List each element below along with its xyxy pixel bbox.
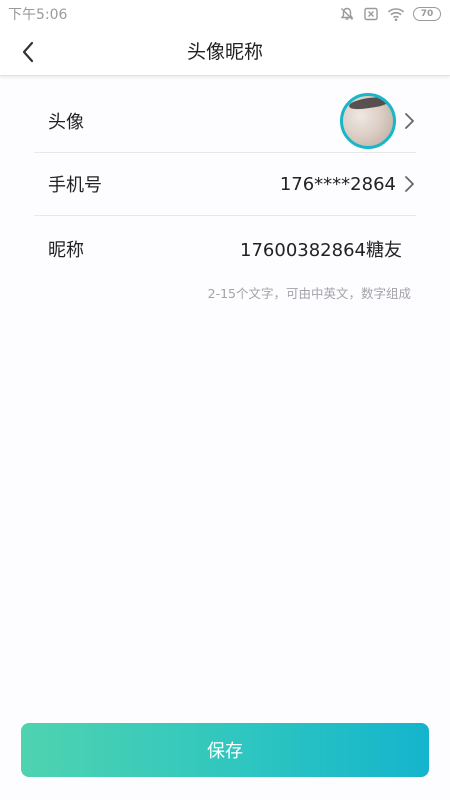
- chevron-left-icon: [22, 41, 34, 63]
- back-button[interactable]: [12, 36, 44, 68]
- page-title: 头像昵称: [186, 41, 263, 63]
- nickname-row-right: 17600382864糖友: [240, 236, 416, 262]
- status-time: 下午5:06: [8, 7, 68, 23]
- save-button[interactable]: 保存: [21, 723, 429, 777]
- nickname-hint: 2-15个文字，可由中英文，数字组成: [207, 286, 411, 301]
- avatar-row[interactable]: 头像: [34, 90, 416, 153]
- chevron-right-icon: [405, 113, 414, 129]
- avatar-label: 头像: [48, 112, 84, 133]
- phone-row[interactable]: 手机号 176****2864: [34, 153, 416, 216]
- wifi-icon: [387, 6, 405, 22]
- battery-icon: 70: [413, 7, 441, 21]
- nickname-label: 昵称: [48, 239, 84, 261]
- sim-x-icon: [363, 6, 379, 22]
- avatar[interactable]: [340, 93, 396, 149]
- avatar-row-right: [340, 93, 416, 149]
- profile-settings-list: 头像 手机号 176****2864 昵称 17600382864糖友: [34, 90, 416, 281]
- status-icons: 70: [339, 6, 441, 22]
- nav-bar: 头像昵称: [0, 28, 450, 76]
- phone-label: 手机号: [48, 175, 102, 196]
- battery-level: 70: [420, 9, 434, 19]
- nickname-value[interactable]: 17600382864糖友: [240, 236, 402, 262]
- chevron-right-icon: [405, 176, 414, 192]
- nickname-row[interactable]: 昵称 17600382864糖友: [34, 216, 416, 281]
- phone-row-right: 176****2864: [280, 174, 416, 195]
- phone-value: 176****2864: [279, 173, 396, 195]
- mute-icon: [339, 6, 355, 22]
- status-bar: 下午5:06 70: [0, 0, 450, 28]
